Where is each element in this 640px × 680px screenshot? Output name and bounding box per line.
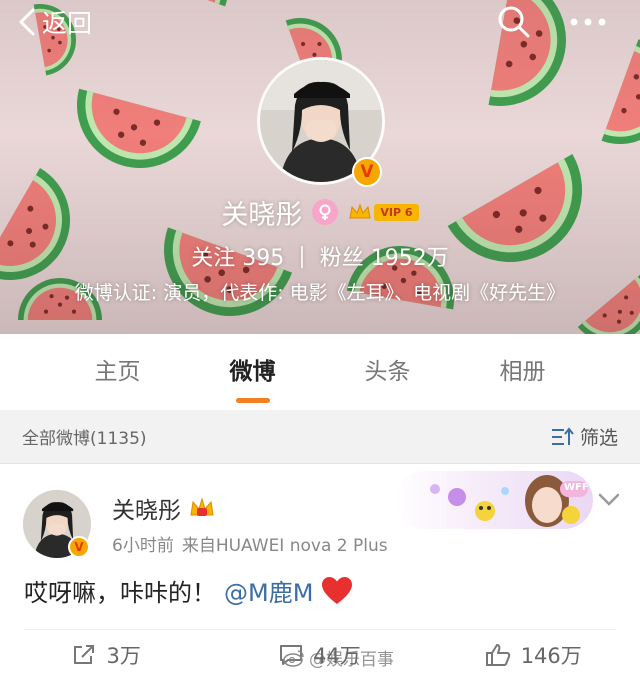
filter-button[interactable]: 筛选 (550, 423, 618, 450)
stat-separator: | (298, 243, 306, 269)
weibo-logo-icon (283, 649, 304, 667)
card-badge: WFF (564, 482, 589, 493)
like-count: 146万 (520, 644, 582, 668)
profile-name: 关晓彤 (221, 199, 303, 231)
vip-crown-icon (349, 203, 372, 219)
post-content: 哎呀嘛，咔咔的！ @M鹿M (24, 573, 353, 608)
chevron-down-icon[interactable] (596, 489, 622, 511)
following-count: 395 (242, 246, 285, 271)
vip-crown-icon (190, 497, 214, 516)
tab-home[interactable]: 主页 (63, 334, 173, 410)
post-body: 哎呀嘛，咔咔的！ (24, 579, 216, 607)
verified-v-icon: V (352, 157, 382, 187)
filter-icon (551, 426, 574, 445)
all-weibo-count: 全部微博(1135) (22, 429, 147, 449)
profile-tabs: 主页 微博 头条 相册 (0, 334, 640, 410)
heart-icon (322, 576, 353, 604)
repost-button[interactable]: 3万 (0, 635, 213, 675)
followers-count: 1952万 (370, 246, 449, 271)
filter-bar: 全部微博(1135) 筛选 (0, 410, 640, 464)
more-icon[interactable] (566, 8, 610, 36)
watermark-text: @娱乐百事 (309, 650, 394, 670)
search-icon[interactable] (496, 4, 532, 40)
following-stat[interactable]: 关注 395 (191, 240, 284, 272)
mention-link[interactable]: @M鹿M (224, 573, 313, 608)
tab-weibo[interactable]: 微博 (198, 334, 308, 410)
post-meta: 6小时前 来自HUAWEI nova 2 Plus (112, 531, 388, 556)
weibo-post: V 关晓彤 6小时前 来自HUAWEI nova 2 Plus WFF 哎呀嘛，咔… (0, 465, 640, 680)
post-time: 6小时前 (112, 536, 174, 556)
watermark: @娱乐百事 (283, 645, 394, 670)
post-author-row: 关晓彤 (112, 491, 215, 525)
profile-header: 返回 V 关晓彤 VIP 6 关注 395 | 粉丝 1952万 微博认证: 演… (0, 0, 640, 334)
repost-count: 3万 (106, 644, 141, 668)
tab-album[interactable]: 相册 (468, 334, 578, 410)
tab-headlines[interactable]: 头条 (333, 334, 443, 410)
filter-label: 筛选 (579, 427, 618, 449)
follow-stats: 关注 395 | 粉丝 1952万 (0, 238, 640, 274)
back-icon (19, 8, 35, 36)
profile-name-row: 关晓彤 VIP 6 (0, 192, 640, 232)
vip-badge[interactable]: VIP 6 (348, 202, 419, 222)
verification-info: 微博认证: 演员，代表作: 电影《左耳》、电视剧《好先生》 (74, 282, 566, 304)
post-source[interactable]: 来自HUAWEI nova 2 Plus (182, 536, 388, 556)
post-divider (24, 629, 616, 630)
followers-label: 粉丝 (319, 246, 364, 271)
followers-stat[interactable]: 粉丝 1952万 (320, 240, 449, 272)
card-artwork (430, 475, 588, 527)
repost-icon (74, 645, 95, 664)
following-label: 关注 (191, 246, 236, 271)
back-button[interactable]: 返回 (18, 4, 92, 40)
verified-v-icon: V (68, 536, 90, 558)
like-button[interactable]: 146万 (427, 635, 640, 675)
like-icon (485, 644, 510, 666)
vip-level: VIP 6 (374, 203, 419, 221)
post-author-name[interactable]: 关晓彤 (112, 491, 181, 525)
female-icon (312, 199, 339, 225)
decorative-card[interactable]: WFF (395, 471, 593, 529)
back-label: 返回 (42, 9, 93, 38)
